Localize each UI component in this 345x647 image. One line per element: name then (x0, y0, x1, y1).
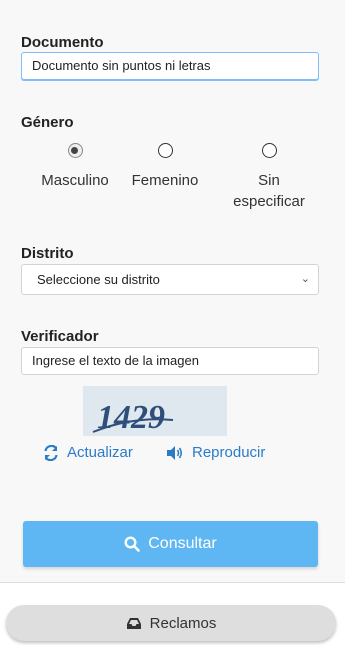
radio-label-sin-especificar: Sin especificar (233, 172, 305, 210)
genero-label: Género (21, 114, 74, 131)
form-card: Documento Documento sin puntos ni letras… (0, 0, 345, 583)
play-label: Reproducir (192, 444, 266, 461)
verificador-input[interactable]: Ingrese el texto de la imagen (21, 347, 319, 375)
captcha-text: 1429 (97, 399, 165, 436)
distrito-select[interactable]: Seleccione su distrito ⌄ (21, 264, 319, 295)
search-icon (124, 536, 141, 552)
radio-masculino[interactable]: Masculino (30, 143, 120, 191)
captcha-graphic: 1429 (83, 386, 227, 436)
play-audio-button[interactable]: Reproducir (166, 444, 265, 461)
reclamos-label: Reclamos (149, 614, 217, 632)
documento-input[interactable]: Documento sin puntos ni letras (21, 52, 319, 80)
refresh-label: Actualizar (67, 444, 133, 461)
distrito-select-value: Seleccione su distrito (37, 272, 160, 287)
refresh-captcha-button[interactable]: Actualizar (43, 444, 133, 461)
radio-femenino[interactable]: Femenino (120, 143, 210, 191)
captcha-image: 1429 (83, 386, 227, 436)
refresh-icon (44, 444, 58, 461)
consultar-button[interactable]: Consultar (23, 521, 318, 567)
reclamos-button[interactable]: Reclamos (6, 605, 336, 641)
inbox-icon (126, 618, 141, 629)
radio-label-femenino: Femenino (131, 172, 199, 189)
documento-label: Documento (21, 34, 104, 51)
chevron-down-icon: ⌄ (300, 273, 310, 285)
verificador-label: Verificador (21, 328, 99, 345)
radio-button[interactable] (157, 143, 173, 158)
radio-button-checked[interactable] (67, 143, 83, 158)
volume-icon (167, 445, 183, 460)
radio-button[interactable] (261, 143, 277, 158)
radio-label-masculino: Masculino (41, 172, 109, 189)
distrito-label: Distrito (21, 245, 74, 262)
radio-sin-especificar[interactable]: Sin especificar (224, 143, 314, 212)
consultar-label: Consultar (148, 535, 217, 552)
